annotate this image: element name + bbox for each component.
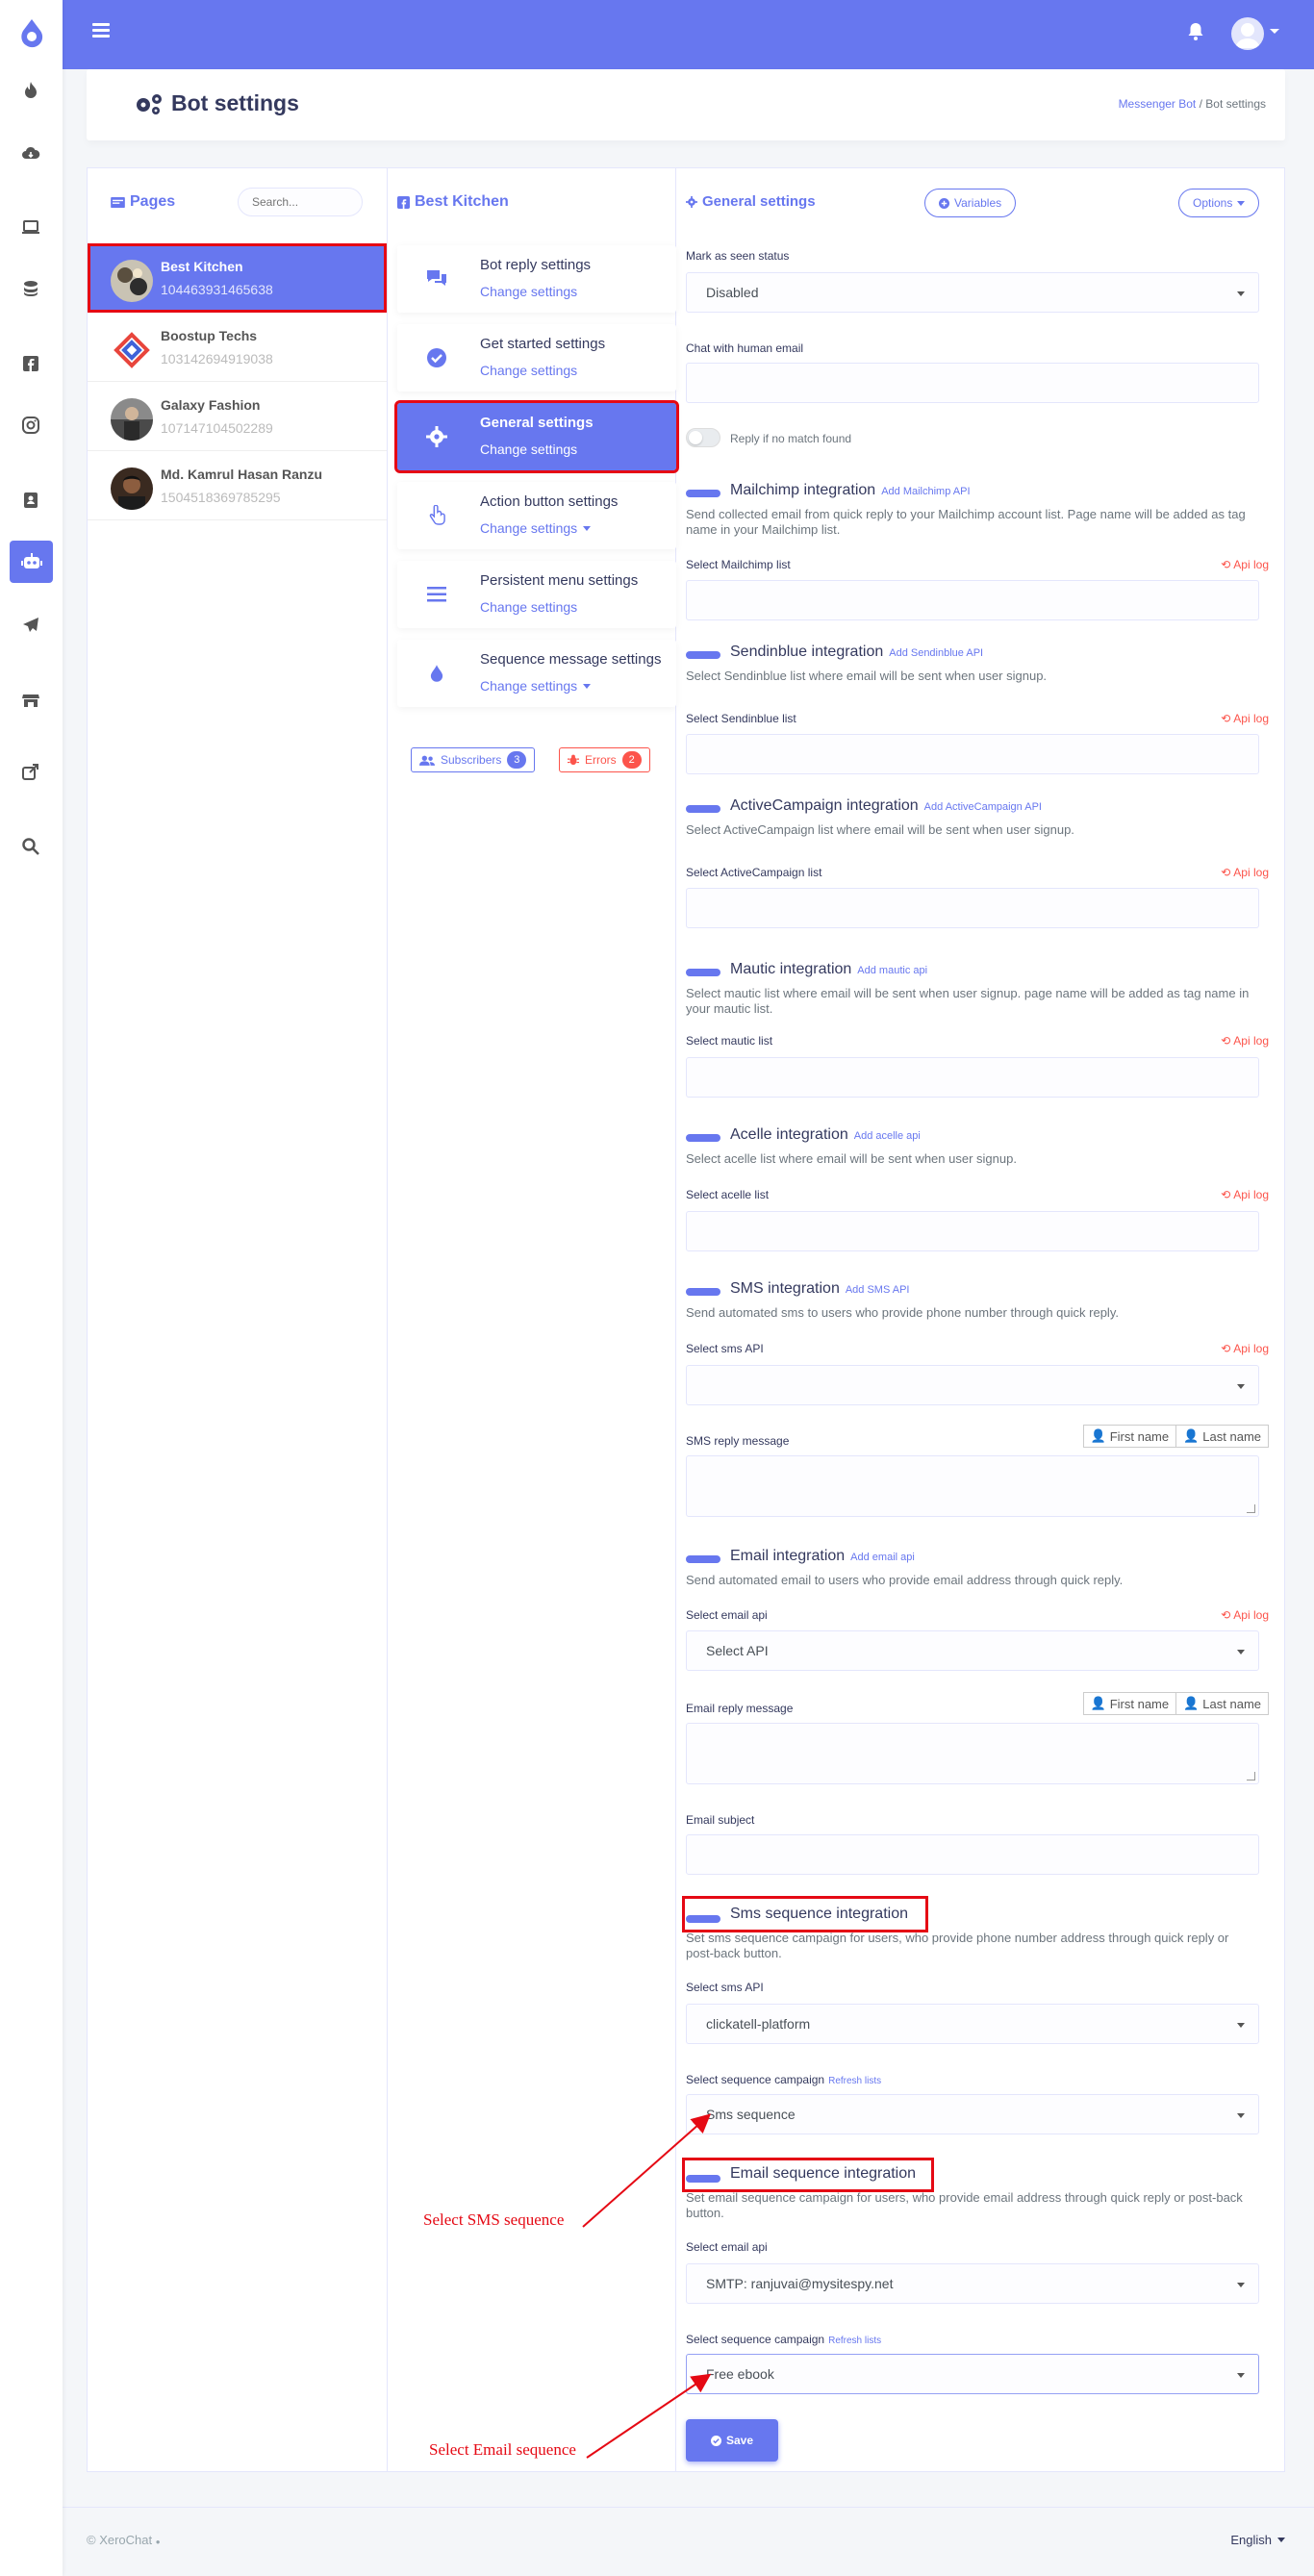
laptop-icon[interactable] — [19, 215, 42, 239]
instagram-icon[interactable] — [19, 414, 42, 437]
address-book-icon[interactable] — [19, 489, 42, 512]
annotation-sms-sequence: Select SMS sequence — [423, 2210, 565, 2229]
chevron-down-icon — [1277, 2538, 1285, 2542]
fire-icon[interactable] — [19, 79, 42, 102]
copyright: © XeroChat ● — [87, 2533, 161, 2547]
footer: © XeroChat ● English — [63, 2507, 1314, 2576]
share-icon[interactable] — [19, 760, 42, 783]
app-logo[interactable] — [19, 19, 44, 48]
paper-plane-icon[interactable] — [19, 614, 42, 637]
annotation-arrows — [582, 2113, 712, 2459]
search-icon[interactable] — [19, 835, 42, 858]
store-icon[interactable] — [19, 689, 42, 712]
sidebar — [0, 0, 63, 2576]
coins-icon[interactable] — [19, 277, 42, 300]
robot-icon — [20, 553, 42, 568]
facebook-icon[interactable] — [19, 352, 42, 375]
annotation-email-sequence: Select Email sequence — [429, 2440, 576, 2459]
sidebar-item-bot[interactable] — [10, 541, 53, 583]
cloud-download-icon[interactable] — [19, 142, 42, 165]
language-dropdown[interactable]: English — [1230, 2533, 1285, 2547]
